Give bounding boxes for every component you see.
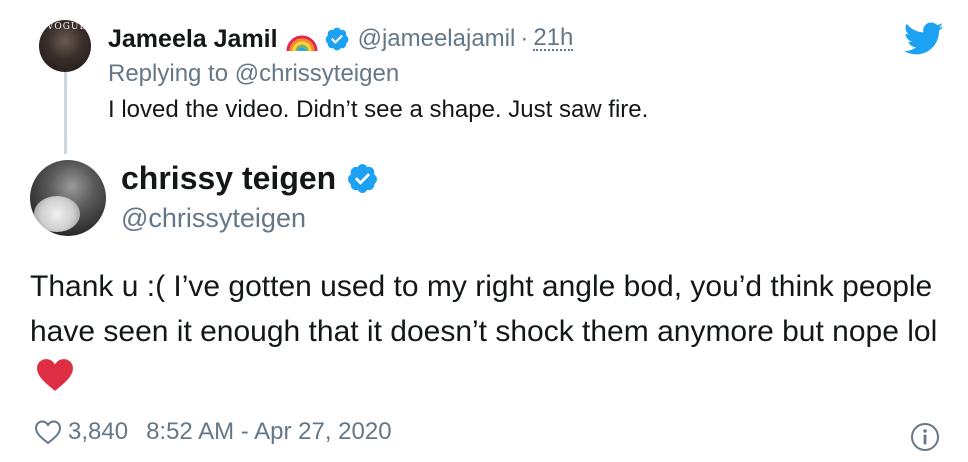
avatar-image-detail <box>34 196 80 232</box>
tweet-timestamp[interactable]: 8:52 AM - Apr 27, 2020 <box>146 418 392 446</box>
like-count[interactable]: 3,840 <box>68 418 128 446</box>
red-heart-emoji-icon <box>37 359 73 391</box>
reply-timestamp-link[interactable]: 21h <box>533 26 574 51</box>
reply-author-handle[interactable]: @jameelajamil <box>358 25 516 53</box>
separator-dot: · <box>520 25 529 52</box>
info-icon[interactable] <box>910 422 940 452</box>
reply-tweet-header: Jameela Jamil @jameelajamil · 21h <box>108 22 574 56</box>
main-tweet-header: chrissy teigen <box>121 160 379 197</box>
reply-author-name[interactable]: Jameela Jamil <box>108 25 278 54</box>
main-tweet-text: Thank u :( I’ve gotten used to my right … <box>30 264 950 399</box>
main-author-avatar[interactable] <box>30 160 106 236</box>
avatar-magazine-text: VOGUE <box>47 22 88 32</box>
main-author-name[interactable]: chrissy teigen <box>121 160 336 197</box>
main-tweet-text-content: Thank u :( I’ve gotten used to my right … <box>30 270 938 348</box>
verified-badge-icon <box>348 164 378 193</box>
rainbow-emoji-icon <box>286 35 318 52</box>
heart-outline-icon[interactable] <box>34 419 62 445</box>
tweet-footer: 3,840 8:52 AM - Apr 27, 2020 <box>34 418 392 446</box>
thread-line <box>64 68 67 154</box>
main-author-handle[interactable]: @chrissyteigen <box>121 203 306 234</box>
reply-author-avatar[interactable]: VOGUE <box>39 20 91 72</box>
reply-tweet-text: I loved the video. Didn’t see a shape. J… <box>108 96 649 123</box>
verified-badge-icon <box>325 27 348 51</box>
replying-to-label[interactable]: Replying to @chrissyteigen <box>108 60 399 88</box>
twitter-bird-icon[interactable] <box>904 22 944 56</box>
